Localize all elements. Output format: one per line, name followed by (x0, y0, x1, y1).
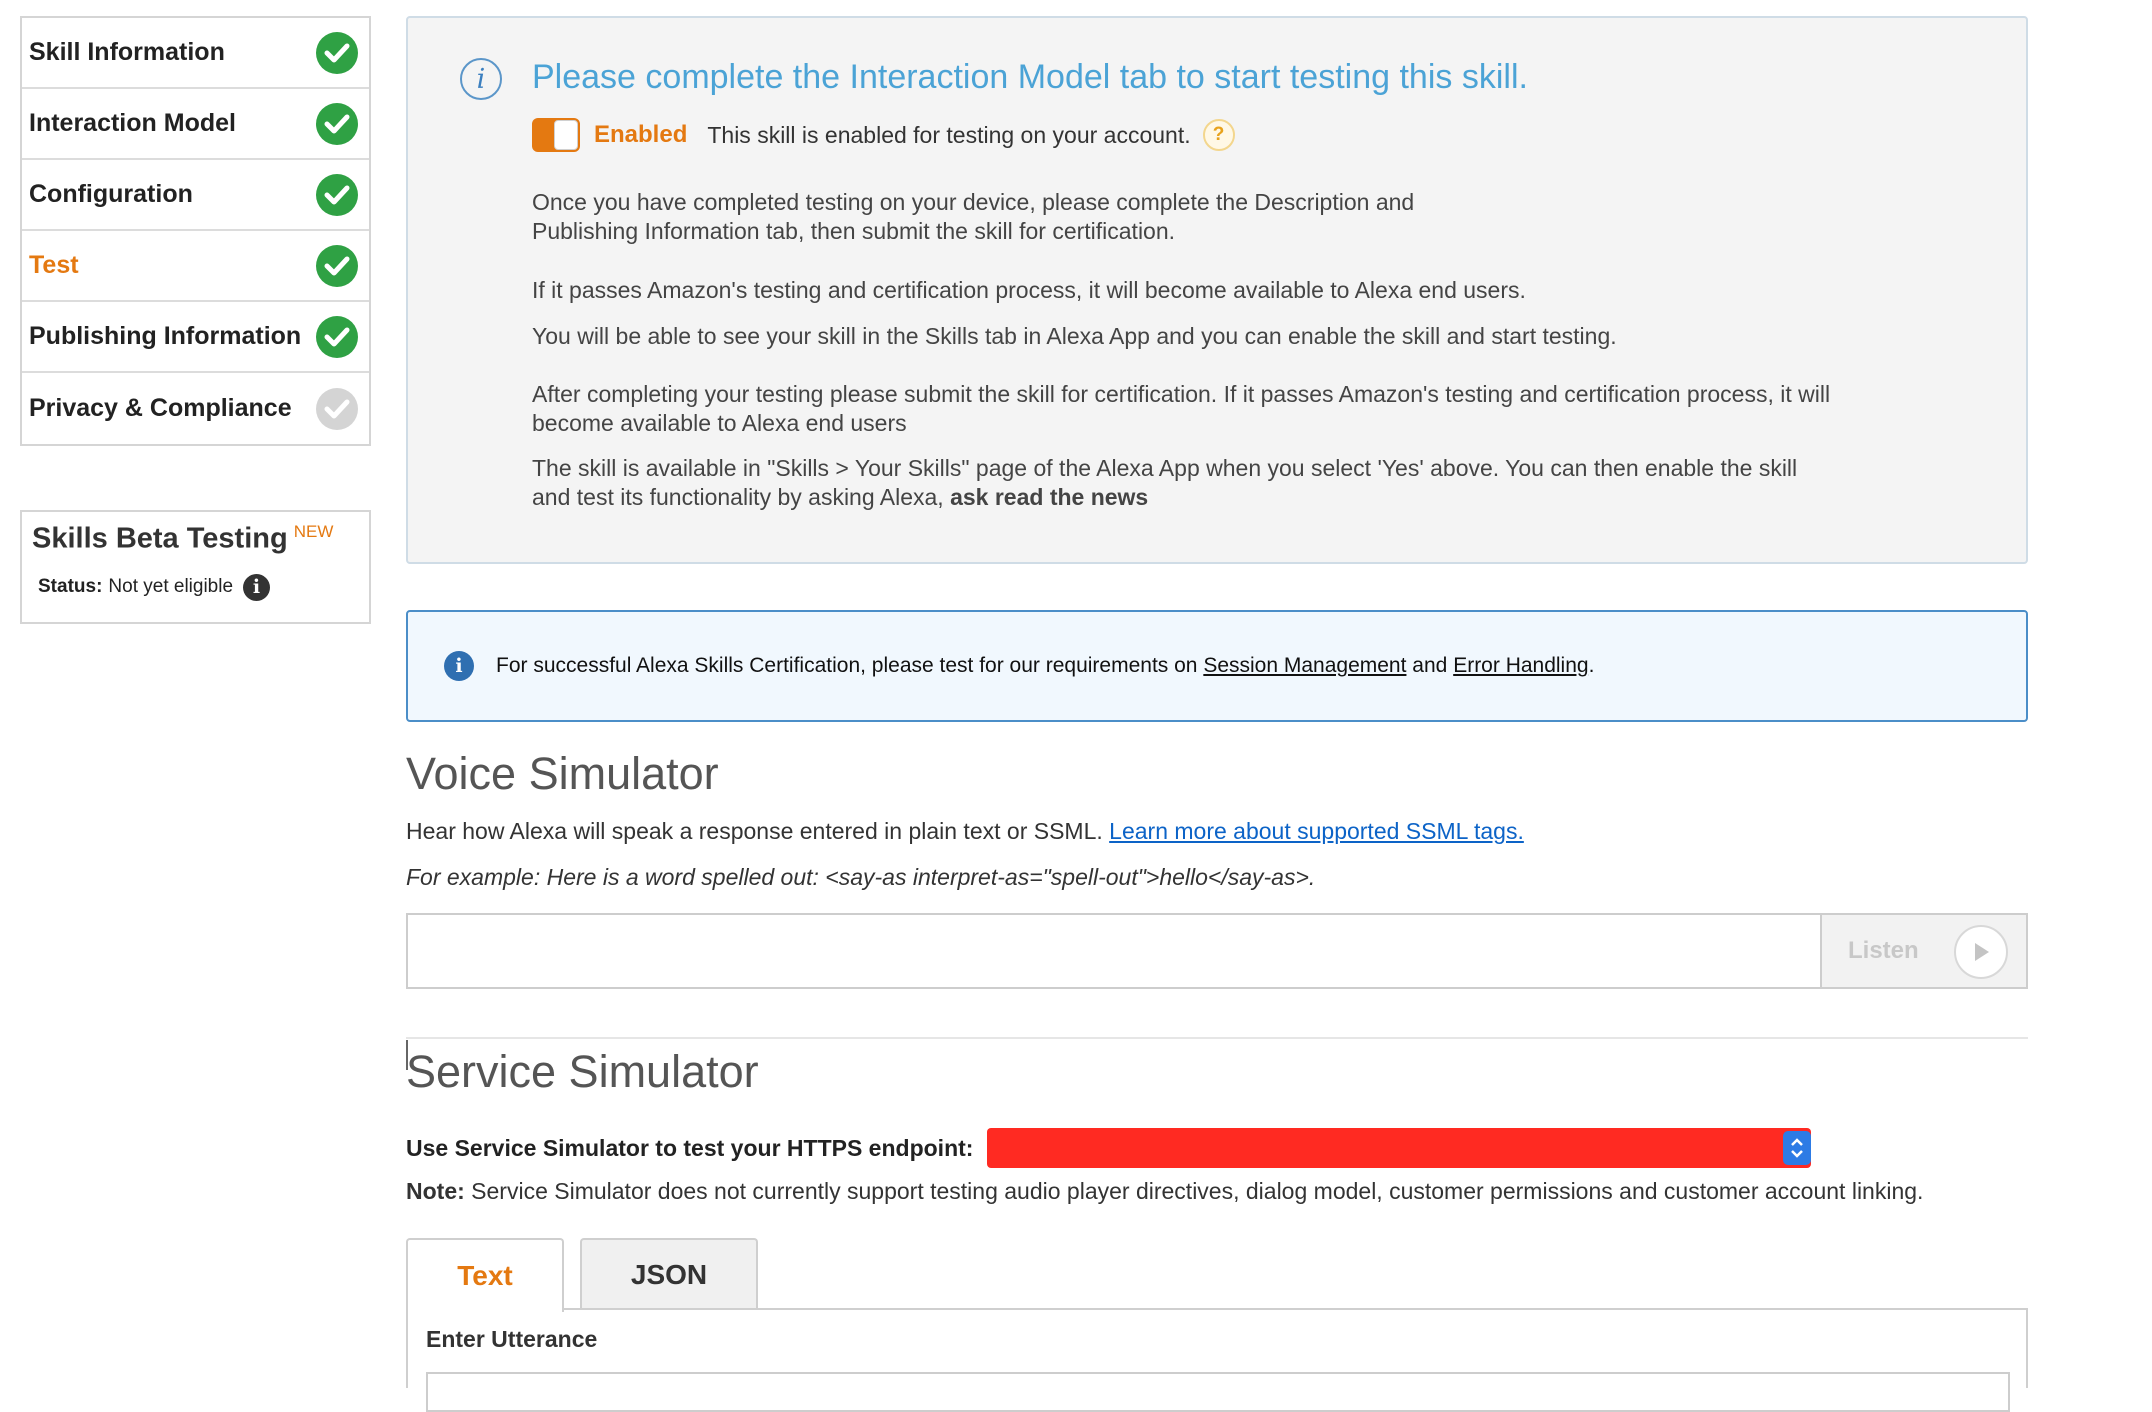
notice-paragraph-1: Once you have completed testing on your … (532, 189, 1415, 244)
service-simulator-title: Service Simulator (406, 1046, 759, 1097)
service-simulator-note: Note: Service Simulator does not current… (406, 1178, 1924, 1204)
skills-beta-testing-panel: Skills Beta Testing NEW Status: Not yet e… (20, 510, 371, 624)
toggle-label: Enabled (594, 121, 688, 148)
notice-paragraph-5: The skill is available in "Skills > Your… (532, 455, 1798, 510)
endpoint-row: Use Service Simulator to test your HTTPS… (406, 1128, 1812, 1168)
check-icon (316, 102, 358, 145)
tab-json[interactable]: JSON (580, 1238, 758, 1310)
play-icon (1954, 925, 2008, 979)
notice-paragraph-4: After completing your testing please sub… (532, 381, 1831, 436)
ssml-tags-link[interactable]: Learn more about supported SSML tags. (1109, 818, 1524, 844)
endpoint-label: Use Service Simulator to test your HTTPS… (406, 1134, 974, 1161)
utterance-panel: Enter Utterance (406, 1308, 2028, 1412)
error-handling-link[interactable]: Error Handling (1453, 654, 1588, 678)
check-icon (316, 315, 358, 358)
sidebar-item-test[interactable]: Test (22, 231, 369, 302)
session-management-link[interactable]: Session Management (1203, 654, 1406, 678)
testing-toggle-row: Enabled This skill is enabled for testin… (532, 118, 1235, 152)
sidebar-item-label: Publishing Information (29, 322, 302, 350)
info-icon[interactable]: i (243, 573, 271, 601)
testing-enabled-toggle[interactable] (532, 118, 580, 152)
new-badge: NEW (293, 522, 334, 541)
beta-status-label: Status: (38, 576, 103, 598)
section-divider (406, 1037, 2028, 1039)
info-icon: i (444, 651, 474, 681)
voice-simulator-desc: Hear how Alexa will speak a response ent… (406, 818, 1524, 844)
sidebar-item-label: Skill Information (29, 38, 225, 66)
beta-status-value: Not yet eligible (108, 576, 234, 598)
voice-simulator-title: Voice Simulator (406, 748, 719, 799)
sidebar-item-label: Privacy & Compliance (29, 394, 292, 422)
listen-button[interactable]: Listen (1822, 913, 2028, 989)
tab-text[interactable]: Text (406, 1238, 564, 1312)
testing-notice-panel: i Please complete the Interaction Model … (406, 16, 2028, 564)
ssml-input[interactable] (406, 913, 1822, 989)
sidebar-item-interaction-model[interactable]: Interaction Model (22, 89, 369, 160)
toggle-knob (554, 120, 578, 150)
sidebar-item-label: Configuration (29, 180, 193, 208)
notice-paragraph-2: If it passes Amazon's testing and certif… (532, 277, 1526, 303)
check-icon (316, 31, 358, 74)
invocation-phrase: ask read the news (950, 484, 1149, 510)
utterance-input[interactable] (426, 1372, 2010, 1412)
sidebar-item-publishing-information[interactable]: Publishing Information (22, 302, 369, 373)
help-icon[interactable]: ? (1202, 119, 1235, 151)
certification-info-box: i For successful Alexa Skills Certificat… (406, 610, 2028, 722)
check-icon (316, 244, 358, 287)
check-icon (316, 173, 358, 216)
notice-title: Please complete the Interaction Model ta… (532, 58, 1528, 96)
skill-nav-sidebar: Skill Information Interaction Model Conf… (20, 16, 371, 446)
sidebar-item-configuration[interactable]: Configuration (22, 160, 369, 231)
sidebar-item-privacy-compliance[interactable]: Privacy & Compliance (22, 373, 369, 444)
beta-status: Status: Not yet eligible i (38, 573, 369, 601)
sidebar-item-label: Interaction Model (29, 109, 236, 137)
beta-title: Skills Beta Testing (32, 522, 288, 555)
notice-paragraph-3: You will be able to see your skill in th… (532, 323, 1617, 349)
listen-label: Listen (1848, 937, 1919, 964)
select-arrows-icon (1783, 1131, 1812, 1165)
toggle-description: This skill is enabled for testing on you… (707, 121, 1191, 148)
check-pending-icon (316, 387, 358, 430)
sidebar-item-label: Test (29, 251, 79, 279)
ssml-example: For example: Here is a word spelled out:… (406, 864, 1316, 890)
sidebar-item-skill-information[interactable]: Skill Information (22, 18, 369, 89)
info-icon: i (460, 58, 502, 100)
endpoint-select[interactable] (987, 1128, 1812, 1168)
utterance-label: Enter Utterance (426, 1326, 598, 1352)
